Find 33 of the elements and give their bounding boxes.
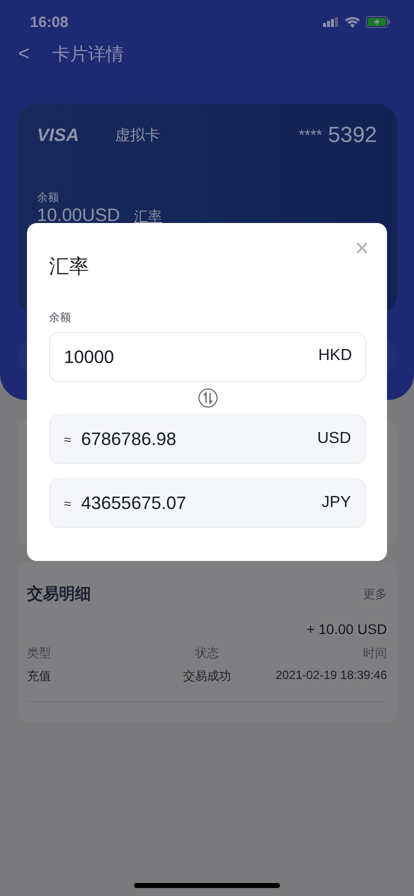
more-link[interactable]: 更多	[363, 586, 387, 603]
page-title: 卡片详情	[52, 43, 124, 66]
card-number: 5392	[328, 122, 377, 148]
status-time: 16:08	[30, 14, 68, 30]
swap-icon[interactable]	[198, 388, 218, 408]
currency-label: JPY	[322, 494, 351, 512]
transaction-value: 2021-02-19 18:39:46	[274, 668, 387, 684]
approx-sign: ≈	[64, 432, 72, 446]
column-label: 状态	[194, 645, 220, 662]
wifi-icon	[345, 16, 360, 28]
battery-icon	[366, 16, 390, 28]
dialog-title: 汇率	[49, 255, 90, 280]
card-type: 虚拟卡	[115, 126, 161, 144]
balance-label: 余额	[37, 190, 60, 205]
section-title: 交易明细	[27, 584, 91, 605]
exchange-rate-link[interactable]: 汇率	[134, 208, 162, 226]
transaction-value: 充值	[27, 668, 52, 685]
converted-value: 6786786.98	[81, 428, 176, 450]
column-label: 类型	[27, 645, 52, 662]
transaction-amount: + 10.00 USD	[305, 621, 387, 637]
close-button[interactable]: ×	[352, 237, 371, 261]
signal-icon	[323, 17, 339, 27]
card-brand: VISA	[37, 124, 80, 146]
column-label: 时间	[362, 645, 387, 662]
transaction-value: 交易成功	[182, 668, 232, 685]
currency-label: USD	[317, 430, 351, 448]
amount-label: 余额	[49, 310, 72, 325]
balance-amount: 10.00USD	[37, 205, 120, 226]
converted-value: 43655675.07	[81, 492, 186, 514]
currency-label: HKD	[318, 347, 352, 365]
approx-sign: ≈	[64, 496, 72, 510]
card-mask: ****	[298, 126, 322, 144]
back-button[interactable]: <	[18, 42, 52, 66]
